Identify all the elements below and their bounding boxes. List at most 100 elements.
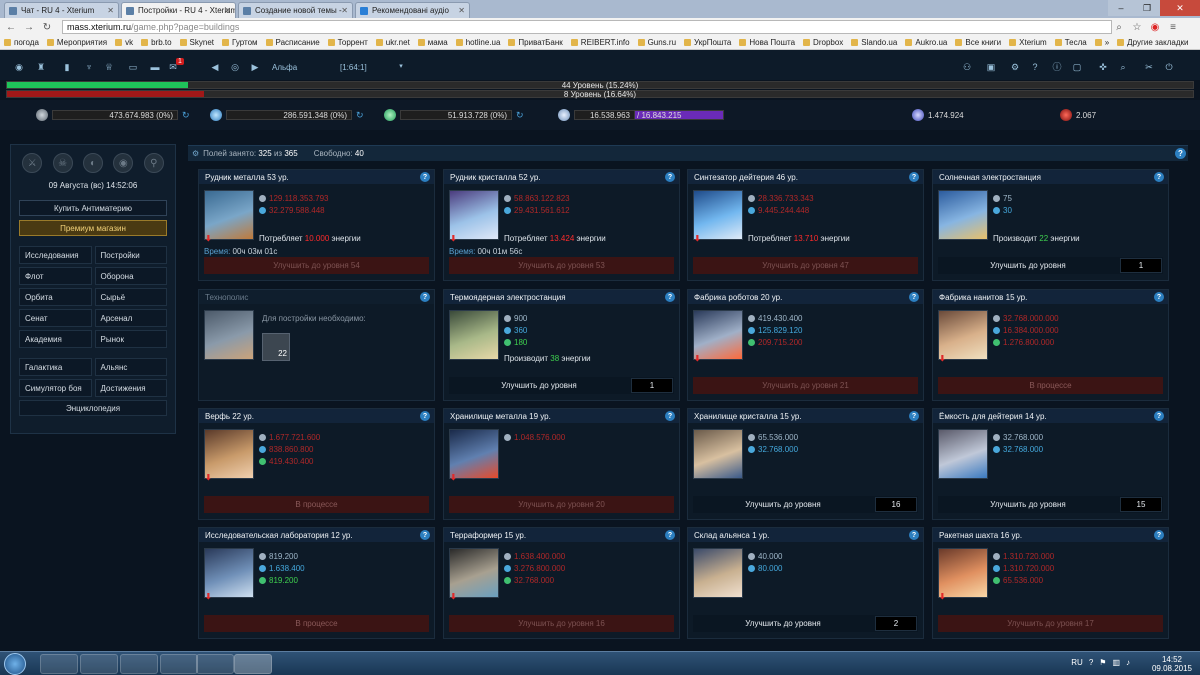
- bookmark-item[interactable]: »: [1094, 38, 1109, 47]
- menu-item[interactable]: Арсенал: [94, 309, 167, 327]
- building-image[interactable]: [449, 310, 499, 360]
- menu-item[interactable]: Академия: [19, 330, 92, 348]
- help-icon[interactable]: ?: [1154, 172, 1164, 182]
- menu-item[interactable]: Симулятор боя: [19, 379, 92, 397]
- help-icon[interactable]: ?: [665, 411, 675, 421]
- search-icon[interactable]: ⌕: [1118, 63, 1128, 72]
- help-icon[interactable]: ?: [1175, 148, 1186, 159]
- url-input[interactable]: mass.xterium.ru/game.php?page=buildings: [62, 20, 1112, 34]
- key-icon[interactable]: ⚲: [143, 153, 164, 173]
- building-image[interactable]: [204, 548, 254, 598]
- trophy-icon[interactable]: ♆: [84, 63, 94, 72]
- level-input[interactable]: 1: [1120, 258, 1162, 273]
- back-icon[interactable]: ←: [4, 20, 18, 34]
- menu-item[interactable]: Орбита: [19, 288, 92, 306]
- building-title[interactable]: Фабрика роботов 20 ур.?: [688, 290, 923, 304]
- settings-icon[interactable]: ⚙: [1010, 63, 1020, 72]
- menu-item[interactable]: Исследования: [19, 246, 92, 264]
- messages-icon[interactable]: ▬: [150, 63, 160, 72]
- building-image[interactable]: [693, 548, 743, 598]
- bookmark-item[interactable]: Расписание: [265, 38, 320, 47]
- minimize-icon[interactable]: –: [1108, 0, 1134, 16]
- vs-icon[interactable]: [120, 654, 158, 674]
- bookmark-item[interactable]: hotline.ua: [455, 38, 500, 47]
- explorer-icon[interactable]: [40, 654, 78, 674]
- building-title[interactable]: Рудник кристалла 52 ур.?: [444, 170, 679, 184]
- help-icon[interactable]: ?: [1154, 530, 1164, 540]
- maximize-icon[interactable]: ❐: [1134, 0, 1160, 16]
- building-image[interactable]: [449, 429, 499, 479]
- help-icon[interactable]: ?: [665, 172, 675, 182]
- bookmark-item[interactable]: Все книги: [955, 38, 1001, 47]
- help-icon[interactable]: ?: [909, 411, 919, 421]
- menu-item[interactable]: Флот: [19, 267, 92, 285]
- refresh-icon[interactable]: ↻: [182, 111, 190, 120]
- help-icon[interactable]: ?: [1154, 292, 1164, 302]
- building-title[interactable]: Склад альянса 1 ур.?: [688, 528, 923, 542]
- building-title[interactable]: Рудник металла 53 ур.?: [199, 170, 434, 184]
- level-input[interactable]: 2: [875, 616, 917, 631]
- bookmark-item[interactable]: vk: [115, 38, 133, 47]
- help-icon[interactable]: ?: [420, 172, 430, 182]
- planet-icon[interactable]: ◎: [230, 63, 240, 72]
- network-icon[interactable]: ▥: [1112, 658, 1120, 667]
- upgrade-button[interactable]: Улучшить до уровня 16: [693, 496, 918, 513]
- zoom-icon[interactable]: ⌕: [1112, 20, 1126, 34]
- cup-icon[interactable]: ♕: [104, 63, 114, 72]
- building-title[interactable]: Солнечная электростанция?: [933, 170, 1168, 184]
- stats-icon[interactable]: ▮: [62, 63, 72, 72]
- app-icon[interactable]: [160, 654, 198, 674]
- notes-icon[interactable]: ▣: [986, 63, 996, 72]
- building-title[interactable]: Технополис?: [199, 290, 434, 304]
- building-image[interactable]: [938, 548, 988, 598]
- bookmark-item[interactable]: Dropbox: [803, 38, 843, 47]
- upgrade-button-disabled[interactable]: Улучшить до уровня 16: [449, 615, 674, 632]
- upgrade-button-disabled[interactable]: Улучшить до уровня 53: [449, 257, 674, 274]
- building-image[interactable]: [693, 310, 743, 360]
- tools-icon[interactable]: ✂: [1144, 63, 1154, 72]
- bookmark-item[interactable]: мама: [417, 38, 448, 47]
- menu-item[interactable]: Альянс: [94, 358, 167, 376]
- next-planet-icon[interactable]: ▶: [250, 63, 260, 72]
- requirement-item[interactable]: 22: [262, 333, 290, 361]
- building-title[interactable]: Термоядерная электростанция?: [444, 290, 679, 304]
- clock[interactable]: 14:52 09.08.2015: [1152, 655, 1192, 673]
- building-title[interactable]: Хранилище металла 19 ур.?: [444, 409, 679, 423]
- chat-icon[interactable]: ▭: [128, 63, 138, 72]
- skull-icon[interactable]: ☠: [52, 153, 73, 173]
- menu-item[interactable]: Достижения: [94, 379, 167, 397]
- menu-item[interactable]: Оборона: [94, 267, 167, 285]
- info-icon[interactable]: ⓘ: [1052, 63, 1062, 72]
- help-icon[interactable]: ?: [1030, 63, 1040, 72]
- sword-icon[interactable]: ⚔: [22, 153, 43, 173]
- help-icon[interactable]: ?: [1154, 411, 1164, 421]
- help-icon[interactable]: ?: [420, 292, 430, 302]
- building-title[interactable]: Хранилище кристалла 15 ур.?: [688, 409, 923, 423]
- menu-item[interactable]: Сенат: [19, 309, 92, 327]
- forward-icon[interactable]: →: [22, 20, 36, 34]
- building-image[interactable]: [938, 429, 988, 479]
- help-icon[interactable]: ?: [665, 530, 675, 540]
- bookmark-item[interactable]: Мероприятия: [46, 38, 107, 47]
- app-icon[interactable]: [80, 654, 118, 674]
- buy-antimatter-button[interactable]: Купить Антиматерию: [19, 200, 167, 216]
- bookmark-item[interactable]: ПриватБанк: [508, 38, 563, 47]
- bookmark-item[interactable]: погода: [4, 38, 39, 47]
- opera-icon[interactable]: [196, 654, 234, 674]
- chrome-icon[interactable]: [234, 654, 272, 674]
- help-icon[interactable]: ?: [909, 172, 919, 182]
- opera-icon[interactable]: ◉: [1148, 20, 1162, 34]
- building-image[interactable]: [204, 190, 254, 240]
- close-tab-icon[interactable]: ✕: [224, 6, 231, 15]
- help-icon[interactable]: ?: [665, 292, 675, 302]
- building-title[interactable]: Синтезатор дейтерия 46 ур.?: [688, 170, 923, 184]
- building-image[interactable]: [938, 190, 988, 240]
- prev-planet-icon[interactable]: ◀: [210, 63, 220, 72]
- logout-icon[interactable]: ⏻: [1164, 63, 1174, 72]
- building-title[interactable]: Ракетная шахта 16 ур.?: [933, 528, 1168, 542]
- upgrade-button-disabled[interactable]: Улучшить до уровня 21: [693, 377, 918, 394]
- help-icon[interactable]: ?: [909, 530, 919, 540]
- menu-item[interactable]: Рынок: [94, 330, 167, 348]
- planet-name[interactable]: Альфа: [272, 63, 297, 72]
- upgrade-button[interactable]: Улучшить до уровня 1: [449, 377, 674, 394]
